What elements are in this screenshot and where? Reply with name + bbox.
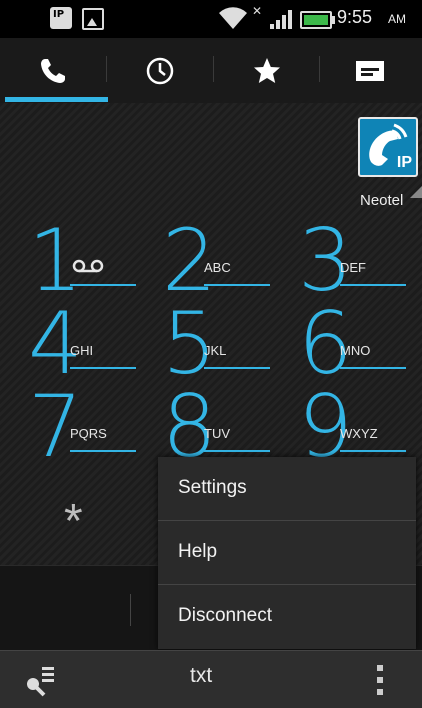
key-underline <box>70 367 136 369</box>
key-letters: ABC <box>204 260 231 275</box>
star-icon <box>253 57 280 83</box>
provider-name: Neotel <box>360 192 404 209</box>
key-letters: PQRS <box>70 426 107 441</box>
key-letters: GHI <box>70 343 94 358</box>
status-bar: IP ✕ 9:55 AM <box>0 0 422 38</box>
menu-item-label: Help <box>178 541 218 562</box>
txt-button[interactable]: txt <box>190 664 212 688</box>
menu-item-settings[interactable]: Settings <box>158 457 416 521</box>
clock-ampm: AM <box>388 12 406 26</box>
key-underline <box>204 450 270 452</box>
bottom-action-bar: txt <box>0 650 422 708</box>
dropdown-corner-icon <box>410 186 422 198</box>
contact-search-button[interactable] <box>22 663 62 697</box>
menu-item-help[interactable]: Help <box>158 521 416 585</box>
key-letters: WXYZ <box>340 426 378 441</box>
display-divider <box>130 594 131 626</box>
image-icon <box>82 8 104 30</box>
key-letters: JKL <box>204 343 227 358</box>
wifi-icon <box>219 7 247 29</box>
tab-bar <box>0 38 422 103</box>
note-icon-label: IP <box>53 9 65 20</box>
dial-key-star[interactable]: * <box>40 494 120 554</box>
options-menu: Settings Help Disconnect <box>158 457 416 649</box>
tab-call-log[interactable] <box>107 38 212 103</box>
clock-icon <box>146 57 173 84</box>
key-underline <box>70 450 136 452</box>
dial-key-7[interactable]: 7 PQRS <box>6 384 146 474</box>
tab-contacts[interactable] <box>318 38 422 103</box>
key-underline <box>204 284 270 286</box>
no-data-icon: ✕ <box>252 4 263 18</box>
key-underline <box>340 284 406 286</box>
contacts-card-icon <box>356 60 384 81</box>
key-letters: DEF <box>340 260 366 275</box>
key-letters: MNO <box>340 343 371 358</box>
ip-call-button[interactable]: IP <box>358 117 418 177</box>
ip-label: IP <box>396 154 412 171</box>
signal-icon <box>270 10 292 29</box>
tab-favorites[interactable] <box>214 38 319 103</box>
key-underline <box>340 450 406 452</box>
voicemail-icon <box>72 259 104 273</box>
phone-icon <box>40 58 65 83</box>
key-underline <box>340 367 406 369</box>
clock-time: 9:55 <box>337 7 373 27</box>
key-underline <box>70 284 136 286</box>
selected-tab-indicator <box>5 97 108 102</box>
key-underline <box>204 367 270 369</box>
tab-phone[interactable] <box>0 38 105 103</box>
note-icon: IP <box>50 7 72 29</box>
key-digit: * <box>64 495 83 548</box>
key-letters: TUV <box>204 426 230 441</box>
contact-search-icon <box>27 667 54 697</box>
menu-item-label: Disconnect <box>178 605 272 626</box>
battery-icon <box>300 11 335 29</box>
menu-item-label: Settings <box>178 477 247 498</box>
menu-item-disconnect[interactable]: Disconnect <box>158 585 416 649</box>
overflow-menu-icon[interactable] <box>374 665 386 695</box>
